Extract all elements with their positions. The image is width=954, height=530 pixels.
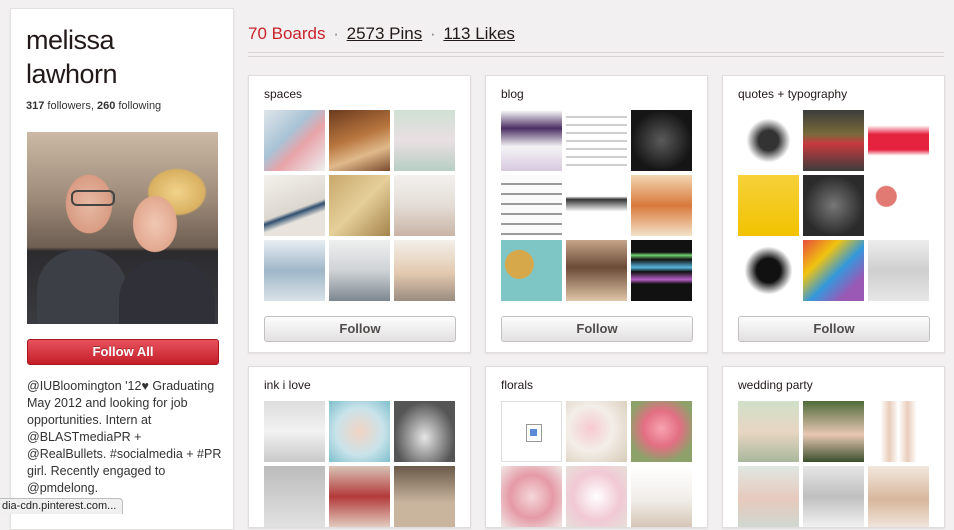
pin-thumbnail[interactable] [566,401,627,462]
board-card-spaces[interactable]: spaces Follow [248,75,471,353]
pin-thumbnail[interactable] [868,110,929,171]
profile-counts: 70 Boards · 2573 Pins · 113 Likes [248,24,515,44]
profile-bio: @IUBloomington '12♥ Graduating May 2012 … [27,379,222,495]
pin-thumbnail[interactable] [566,240,627,301]
photo-figure-left [37,250,127,324]
follow-button[interactable]: Follow [264,316,456,342]
pin-thumbnail[interactable] [566,175,627,236]
pin-thumbnail[interactable] [631,240,692,301]
pin-thumbnail[interactable] [631,466,692,527]
board-card-florals[interactable]: florals [485,366,708,528]
pin-thumbnail[interactable] [329,240,390,301]
pin-thumbnail[interactable] [329,401,390,462]
pin-thumbnail[interactable] [501,466,562,527]
pin-thumbnail[interactable] [329,175,390,236]
profile-photo [27,132,218,324]
pin-thumbnail[interactable] [631,110,692,171]
pin-thumbnail[interactable] [264,401,325,462]
pin-thumbnail[interactable] [394,401,455,462]
profile-last-name: lawhorn [26,59,118,89]
board-title[interactable]: ink i love [264,378,311,392]
likes-count-link[interactable]: 113 Likes [443,24,515,43]
broken-image-icon [526,424,542,442]
pin-thumbnail[interactable] [738,240,799,301]
pin-thumbnail[interactable] [738,175,799,236]
pin-thumbnail[interactable] [394,240,455,301]
followers-count[interactable]: 317 [26,100,44,112]
profile-name: melissa lawhorn [26,23,226,91]
pin-thumbnail[interactable] [394,175,455,236]
board-title[interactable]: spaces [264,87,302,101]
pins-count-link[interactable]: 2573 Pins [347,24,423,43]
pin-thumbnail[interactable] [868,175,929,236]
pin-thumbnail[interactable] [501,175,562,236]
board-title[interactable]: wedding party [738,378,813,392]
pin-thumbnail[interactable] [394,466,455,527]
pin-thumbnail[interactable] [738,110,799,171]
pin-thumbnail[interactable] [868,466,929,527]
pin-thumbnail[interactable] [264,110,325,171]
photo-figure-right [119,260,215,324]
board-card-ink-i-love[interactable]: ink i love [248,366,471,528]
board-title[interactable]: quotes + typography [738,87,847,101]
pin-thumbnail[interactable] [264,466,325,527]
board-card-wedding-party[interactable]: wedding party [722,366,945,528]
pin-thumbnail[interactable] [631,401,692,462]
pin-thumbnail[interactable] [738,401,799,462]
divider [248,56,944,57]
board-title[interactable]: blog [501,87,524,101]
photo-glasses [71,190,115,206]
pin-thumbnail[interactable] [329,466,390,527]
pin-thumbnail[interactable] [566,110,627,171]
profile-stats: 317 followers, 260 following [26,100,161,112]
pin-thumbnail[interactable] [803,110,864,171]
pin-thumbnail[interactable] [501,240,562,301]
profile-first-name: melissa [26,25,115,55]
pin-thumbnail[interactable] [264,240,325,301]
separator: · [430,24,436,43]
broken-image-placeholder[interactable] [501,401,562,462]
pin-thumbnail[interactable] [394,110,455,171]
board-title[interactable]: florals [501,378,533,392]
board-card-blog[interactable]: blog Follow [485,75,708,353]
following-label[interactable]: following [118,100,161,112]
follow-button[interactable]: Follow [501,316,693,342]
follow-all-button[interactable]: Follow All [27,339,219,365]
boards-count-link[interactable]: 70 Boards [248,24,326,43]
following-count[interactable]: 260 [97,100,115,112]
pin-thumbnail[interactable] [868,401,929,462]
pin-thumbnail[interactable] [264,175,325,236]
pin-thumbnail[interactable] [803,240,864,301]
board-card-quotes-typography[interactable]: quotes + typography Follow [722,75,945,353]
pin-thumbnail[interactable] [803,466,864,527]
browser-status-bar: dia-cdn.pinterest.com... [0,498,124,514]
divider [248,52,944,53]
pin-thumbnail[interactable] [566,466,627,527]
pin-thumbnail[interactable] [868,240,929,301]
pin-thumbnail[interactable] [803,175,864,236]
pin-thumbnail[interactable] [329,110,390,171]
pin-thumbnail[interactable] [803,401,864,462]
pin-thumbnail[interactable] [501,110,562,171]
separator: · [333,24,339,43]
follow-button[interactable]: Follow [738,316,930,342]
profile-card: melissa lawhorn 317 followers, 260 follo… [10,8,234,530]
followers-label[interactable]: followers, [47,100,93,112]
pin-thumbnail[interactable] [738,466,799,527]
pin-thumbnail[interactable] [631,175,692,236]
